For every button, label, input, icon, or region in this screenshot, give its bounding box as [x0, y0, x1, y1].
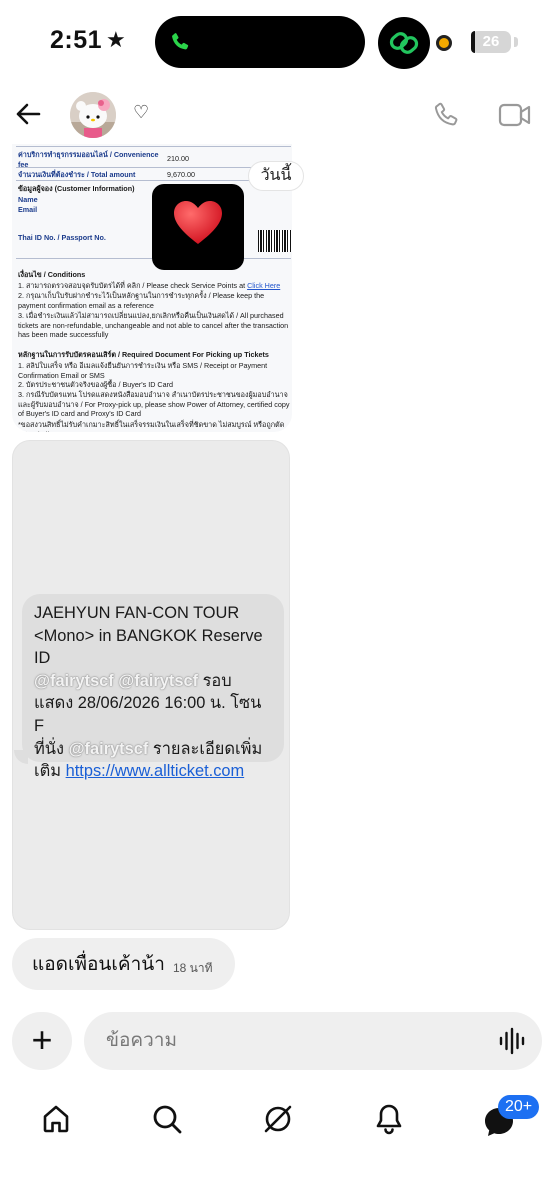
sms-line: ที่นั่ง @fairytscf รายละเอียดเพิ่ม: [34, 738, 272, 761]
id-label: Thai ID No. / Passport No.: [18, 233, 106, 242]
video-camera-icon[interactable]: [498, 102, 532, 128]
home-icon[interactable]: [40, 1103, 72, 1135]
threads-app-indicator[interactable]: [378, 17, 430, 69]
notifications-bell-icon[interactable]: [373, 1103, 405, 1135]
back-arrow-icon[interactable]: [14, 100, 42, 128]
phone-icon[interactable]: [432, 100, 460, 130]
chat-header: ♡: [0, 88, 554, 144]
condition-1: 1. สามารถตรวจสอบจุดรับบัตรได้ที่ คลิก / …: [18, 281, 290, 291]
condition-3: 3. เมื่อชำระเงินแล้วไม่สามารถเปลี่ยนแปลง…: [18, 311, 289, 340]
plus-icon: +: [31, 1019, 53, 1060]
message-bubble[interactable]: แอดเพื่อนเค้าน้า 18 นาที: [12, 938, 235, 990]
name-label: Name: [18, 195, 38, 204]
search-icon[interactable]: [151, 1103, 183, 1135]
battery-level: [471, 31, 475, 53]
sms-line: JAEHYUN FAN-CON TOUR: [34, 604, 240, 622]
message-time: 18 นาที: [172, 960, 213, 975]
explore-icon[interactable]: [262, 1103, 294, 1135]
status-bar: 2:51 ★ 26: [0, 0, 554, 84]
watermark-text: @fairytscf @fairytscf: [34, 671, 199, 690]
battery-percent: 26: [482, 33, 500, 50]
condition-1-text: 1. สามารถตรวจสอบจุดรับบัตรได้ที่ คลิก / …: [18, 281, 246, 290]
message-input[interactable]: [84, 1012, 542, 1070]
required-heading: หลักฐานในการรับบัตรคอนเสิร์ต / Required …: [18, 350, 269, 359]
hello-kitty-avatar-icon: [70, 92, 116, 138]
date-separator: วันนี้: [248, 161, 304, 191]
phone-call-icon: [172, 33, 189, 50]
total-label: จำนวนเงินที่ต้องชำระ / Total amount: [18, 170, 136, 179]
bottom-nav: [0, 1095, 554, 1155]
footnote: *ขอสงวนสิทธิ์ไม่รับคำเกมาะสิทธิ์ในเสร็จร…: [18, 420, 285, 432]
avatar[interactable]: [70, 92, 116, 138]
heart-icon: [174, 201, 222, 244]
required-1: 1. สลิปใบเสร็จ หรือ อีเมลแจ้งยืนยันการชำ…: [18, 361, 268, 380]
sms-line: เติม https://www.allticket.com: [34, 760, 272, 783]
fee-value: 210.00: [167, 154, 189, 163]
sms-line: แสดง 28/06/2026 16:00 น. โซน F: [34, 694, 262, 735]
battery-nub: [514, 37, 518, 47]
allticket-link[interactable]: https://www.allticket.com: [66, 762, 245, 780]
sms-text: เติม: [34, 762, 62, 781]
sms-text: ที่นั่ง: [34, 739, 65, 758]
voice-message-icon[interactable]: [498, 1027, 526, 1055]
battery-icon: 26: [471, 31, 511, 53]
required-3: 3. กรณีรับบัตรแทน โปรดแสดงหนังสือมอบอำนา…: [18, 390, 290, 419]
add-attachment-button[interactable]: +: [12, 1012, 72, 1070]
email-label: Email: [18, 205, 38, 214]
dynamic-island[interactable]: [155, 16, 365, 68]
sms-bubble: JAEHYUN FAN-CON TOUR <Mono> in BANGKOK R…: [22, 594, 284, 780]
sms-text: รอบ: [202, 671, 232, 690]
condition-2: 2. กรุณาเก็บใบรับฝากชำระไว้เป็นหลักฐานใน…: [18, 291, 265, 310]
messages-badge: 20+: [498, 1095, 540, 1119]
status-time: 2:51 ★: [50, 26, 126, 55]
click-here-link[interactable]: Click Here: [247, 281, 280, 290]
ticket-receipt-image[interactable]: ค่าบริการทำธุรกรรมออนไลน์ / Convenience …: [12, 144, 292, 432]
required-2: 2. บัตรประชาชนตัวจริงของผู้ซื้อ / Buyer'…: [18, 380, 173, 389]
divider: [16, 146, 291, 147]
total-value: 9,670.00: [167, 170, 195, 179]
star-icon: ★: [106, 27, 127, 52]
message-text: แอดเพื่อนเค้าน้า: [32, 954, 165, 975]
sms-text: รายละเอียดเพิ่ม: [152, 739, 263, 758]
barcode: [258, 230, 292, 252]
contact-name[interactable]: ♡: [133, 102, 149, 123]
watermark-text: @fairytscf: [68, 739, 149, 758]
sms-line: @fairytscf @fairytscf รอบ: [34, 670, 272, 693]
link-icon: [389, 32, 419, 54]
sms-line: <Mono> in BANGKOK Reserve ID: [34, 626, 263, 668]
customer-heading: ข้อมูลผู้จอง (Customer Information): [18, 184, 135, 193]
heart-reaction[interactable]: [152, 184, 244, 270]
conditions-heading: เงื่อนไข / Conditions: [18, 270, 86, 279]
recording-dot-icon: [436, 35, 452, 51]
time-text: 2:51: [50, 26, 103, 54]
